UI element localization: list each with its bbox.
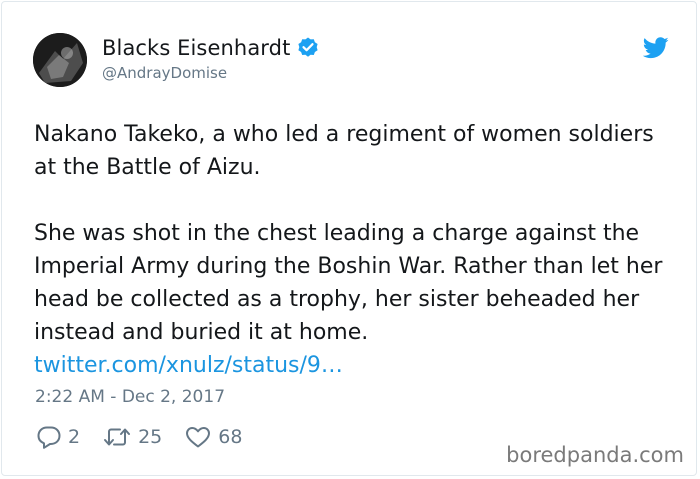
tweet-link[interactable]: twitter.com/xnulz/status/9… [34,353,343,378]
tweet-paragraph-1: Nakano Takeko, a who led a regiment of w… [34,122,654,180]
avatar[interactable] [33,33,87,87]
retweet-count: 25 [138,426,163,448]
retweet-button[interactable]: 25 [102,425,162,449]
tweet-paragraph-2: She was shot in the chest leading a char… [34,221,663,345]
tweet-card: Blacks Eisenhardt @AndrayDomise Nakano T… [1,1,697,476]
like-count: 68 [218,426,243,448]
verified-badge-icon [296,36,320,60]
author-name-row[interactable]: Blacks Eisenhardt [102,36,320,60]
avatar-photo [33,33,87,87]
author-handle[interactable]: @AndrayDomise [102,64,227,82]
reply-bubble-icon [37,426,61,449]
reply-button[interactable]: 2 [36,425,80,449]
display-name[interactable]: Blacks Eisenhardt [102,36,290,60]
watermark: boredpanda.com [506,443,684,467]
reply-count: 2 [68,426,81,448]
twitter-bird-icon[interactable] [642,37,669,59]
tweet-timestamp[interactable]: 2:22 AM - Dec 2, 2017 [35,387,225,407]
like-button[interactable]: 68 [184,425,242,449]
tweet-actions: 2 25 68 [36,425,264,449]
retweet-icon [104,428,131,446]
heart-icon [186,427,211,448]
tweet-body: Nakano Takeko, a who led a regiment of w… [34,118,674,382]
